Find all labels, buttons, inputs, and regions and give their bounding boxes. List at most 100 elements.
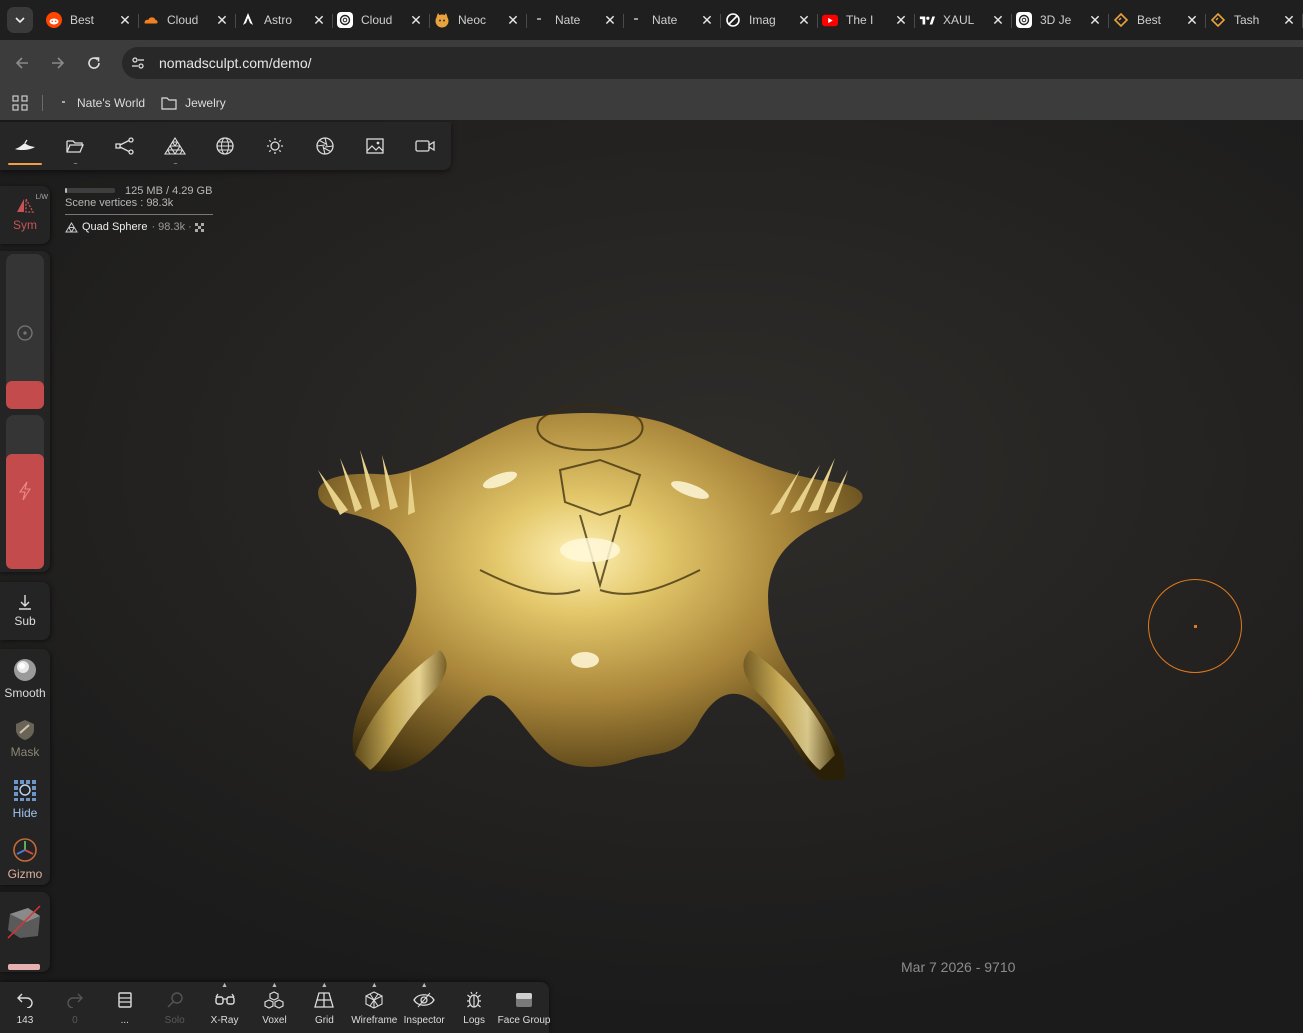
- bookmarks-divider: [42, 94, 43, 111]
- browser-tab[interactable]: XAUL ✕: [914, 5, 1012, 35]
- sub-button[interactable]: Sub: [0, 582, 50, 640]
- aperture-icon: [316, 137, 334, 155]
- browser-tab[interactable]: Cloud ✕: [332, 5, 430, 35]
- close-icon[interactable]: ✕: [991, 12, 1005, 29]
- browser-tab[interactable]: Tash ✕: [1205, 5, 1303, 35]
- tab-search-button[interactable]: [7, 7, 33, 33]
- close-icon[interactable]: ✕: [1185, 12, 1199, 29]
- files-tool[interactable]: ...: [50, 122, 100, 170]
- forward-button[interactable]: [40, 45, 76, 81]
- browser-tab[interactable]: 3D Je ✕: [1011, 5, 1109, 35]
- smooth-tool[interactable]: Smooth: [0, 649, 50, 709]
- url-text[interactable]: nomadsculpt.com/demo/: [159, 55, 312, 71]
- reload-button[interactable]: [76, 45, 112, 81]
- background-tool[interactable]: [350, 122, 400, 170]
- scene-tool[interactable]: [0, 122, 50, 170]
- wireframe-button[interactable]: ▲ Wireframe: [349, 982, 399, 1033]
- material-color-swatch[interactable]: [8, 964, 40, 970]
- layers-button[interactable]: ...: [100, 982, 150, 1033]
- redo-icon: [66, 990, 84, 1010]
- address-bar[interactable]: nomadsculpt.com/demo/: [122, 47, 1303, 79]
- toolbar-label: Grid: [314, 1015, 334, 1026]
- neocities-icon: [434, 12, 450, 28]
- code-icon: [1210, 12, 1226, 28]
- gizmo-label: Gizmo: [7, 867, 43, 881]
- youtube-icon: [822, 12, 838, 28]
- share-nodes-icon: [115, 137, 135, 155]
- grid-button[interactable]: ▲ Grid: [299, 982, 349, 1033]
- subdivide-panel: Sub: [0, 582, 50, 640]
- site-info-button[interactable]: [124, 49, 152, 77]
- image-gen-icon: [725, 12, 741, 28]
- sculpted-gold-model[interactable]: [300, 330, 880, 780]
- bookmark-nates-world[interactable]: Nate's World: [57, 96, 145, 110]
- tune-icon: [132, 57, 144, 69]
- page-icon: [628, 12, 644, 28]
- close-icon[interactable]: ✕: [409, 12, 423, 29]
- topology-tool[interactable]: ...: [150, 122, 200, 170]
- browser-tab[interactable]: Astro ✕: [235, 5, 333, 35]
- tab-title: 3D Je: [1040, 13, 1072, 27]
- close-icon[interactable]: ✕: [118, 12, 132, 29]
- memory-bar: [65, 188, 115, 193]
- close-icon[interactable]: ✕: [603, 12, 617, 29]
- close-icon[interactable]: ✕: [1282, 12, 1296, 29]
- smooth-label: Smooth: [4, 686, 46, 700]
- toolbar-label: X-Ray: [210, 1015, 239, 1026]
- material-preview-button[interactable]: [6, 904, 42, 940]
- close-icon[interactable]: ✕: [506, 12, 520, 29]
- close-icon[interactable]: ✕: [700, 12, 714, 29]
- openai-icon: [1016, 12, 1032, 28]
- sculpt-viewport[interactable]: ...... 125 MB / 4.29 GB Scene vertices :…: [0, 120, 1303, 1033]
- intensity-slider[interactable]: [6, 415, 44, 569]
- nomad-logo-icon: [14, 139, 36, 153]
- hide-tool[interactable]: Hide: [0, 769, 50, 829]
- symmetry-button[interactable]: L/W Sym: [0, 186, 50, 244]
- close-icon[interactable]: ✕: [312, 12, 326, 29]
- mesh-name: Quad Sphere: [82, 221, 148, 233]
- lighting-tool[interactable]: [250, 122, 300, 170]
- inspector-button[interactable]: ▲ Inspector: [399, 982, 449, 1033]
- close-icon[interactable]: ✕: [797, 12, 811, 29]
- browser-tab[interactable]: The I ✕: [817, 5, 915, 35]
- more-dots: ...: [173, 157, 178, 166]
- browser-tab[interactable]: Best ✕: [1108, 5, 1206, 35]
- browser-tab[interactable]: Imag ✕: [720, 5, 818, 35]
- apps-button[interactable]: [12, 94, 28, 111]
- browser-tab[interactable]: Nate ✕: [623, 5, 721, 35]
- scene-graph-tool[interactable]: [100, 122, 150, 170]
- x-ray-button[interactable]: ▲ X-Ray: [200, 982, 250, 1033]
- logs-button[interactable]: Logs: [449, 982, 499, 1033]
- close-icon[interactable]: ✕: [1088, 12, 1102, 29]
- browser-tab[interactable]: Nate ✕: [526, 5, 624, 35]
- back-button[interactable]: [4, 45, 40, 81]
- close-icon[interactable]: ✕: [215, 12, 229, 29]
- browser-tab[interactable]: Best ✕: [41, 5, 139, 35]
- mask-tool[interactable]: Mask: [0, 709, 50, 769]
- bookmark-jewelry[interactable]: Jewelry: [161, 96, 226, 110]
- voxel-button[interactable]: ▲ Voxel: [250, 982, 300, 1033]
- memory-row: 125 MB / 4.29 GB: [65, 184, 213, 197]
- solo-button[interactable]: Solo: [150, 982, 200, 1033]
- radius-icon: [17, 325, 33, 341]
- mesh-meta: · 98.3k ·: [151, 221, 192, 233]
- radius-slider[interactable]: [6, 254, 44, 409]
- page-icon: [531, 12, 547, 28]
- render-tool[interactable]: [300, 122, 350, 170]
- material-tool[interactable]: [200, 122, 250, 170]
- toolbar-label: 143: [16, 1015, 34, 1026]
- face-group-button[interactable]: Face Group: [498, 982, 550, 1033]
- camera-tool[interactable]: [400, 122, 450, 170]
- 0-button[interactable]: 0: [50, 982, 100, 1033]
- close-icon[interactable]: ✕: [894, 12, 908, 29]
- wireframe-icon: [364, 990, 384, 1010]
- stats-divider: [65, 214, 213, 215]
- toolbar-label: Solo: [164, 1015, 185, 1026]
- reload-icon: [88, 56, 100, 69]
- 143-button[interactable]: 143: [0, 982, 50, 1033]
- gizmo-tool[interactable]: Gizmo: [0, 829, 50, 889]
- browser-tab[interactable]: Cloud ✕: [138, 5, 236, 35]
- mesh-entry[interactable]: Quad Sphere · 98.3k ·: [65, 221, 213, 233]
- image-icon: [366, 138, 384, 154]
- browser-tab[interactable]: Neoc ✕: [429, 5, 527, 35]
